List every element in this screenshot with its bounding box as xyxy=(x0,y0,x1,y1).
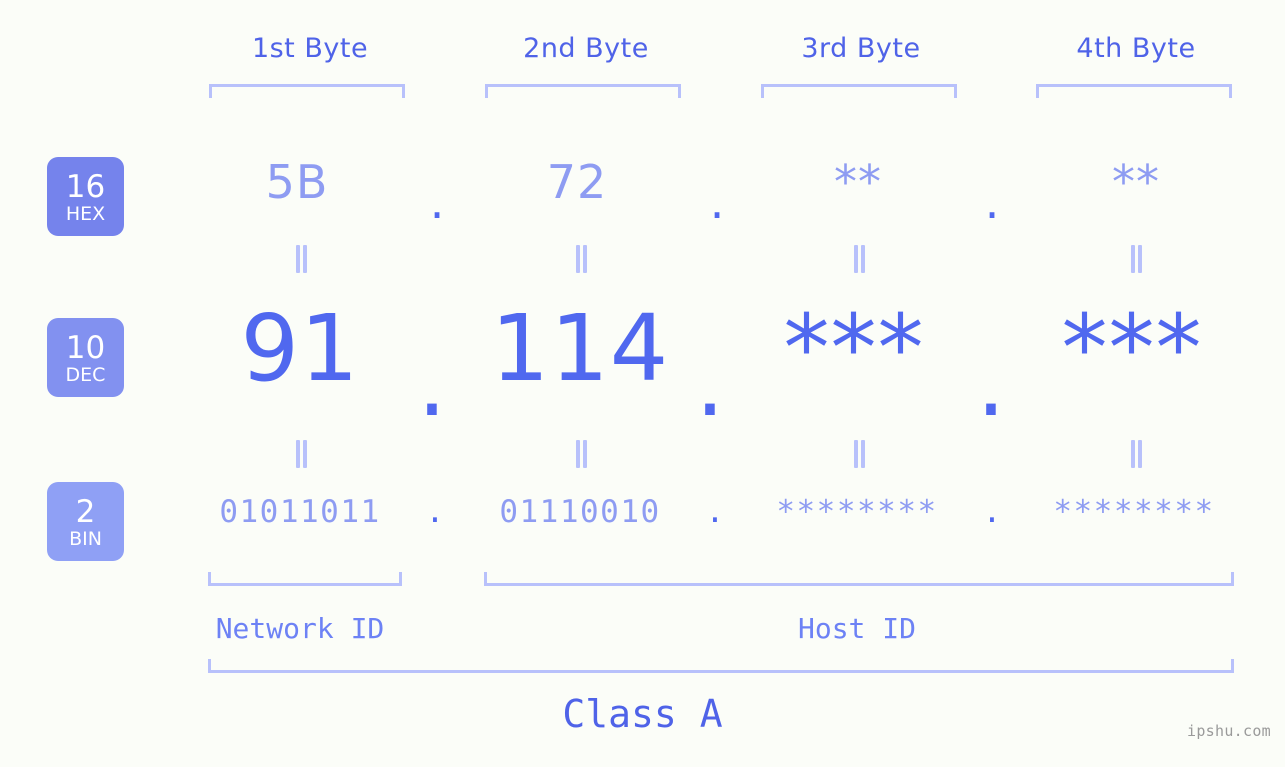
byte-bracket-2 xyxy=(485,84,681,98)
byte-header-3: 3rd Byte xyxy=(801,33,921,64)
base-badge-dec-number: 10 xyxy=(65,329,106,366)
double-bar-icon xyxy=(1129,245,1144,273)
base-badge-bin: 2 BIN xyxy=(47,482,124,561)
double-bar-icon xyxy=(574,440,589,468)
hex-byte-2-value: 72 xyxy=(546,155,608,209)
byte-bracket-3 xyxy=(761,84,957,98)
hex-separator-3: . xyxy=(984,175,1000,229)
base-badge-dec: 10 DEC xyxy=(47,318,124,397)
bin-byte-2-value: 01110010 xyxy=(499,494,661,530)
equals-connector-dec-bin-4 xyxy=(1016,440,1256,472)
double-bar-icon xyxy=(1129,440,1144,468)
base-badge-hex-name: HEX xyxy=(65,202,106,225)
base-badge-bin-name: BIN xyxy=(69,527,102,550)
byte-header-4: 4th Byte xyxy=(1076,33,1196,64)
dec-byte-3-value: *** xyxy=(783,295,925,402)
site-watermark: ipshu.com xyxy=(1187,722,1271,740)
host-id-label: Host ID xyxy=(797,612,916,645)
host-id-bracket xyxy=(484,572,1234,586)
equals-connector-dec-bin-3 xyxy=(739,440,979,472)
bin-separator-2: . xyxy=(705,494,725,530)
dec-byte-4-value: *** xyxy=(1061,295,1203,402)
bin-separator-3: . xyxy=(982,494,1002,530)
bin-byte-4-value: ******** xyxy=(1053,494,1215,530)
double-bar-icon xyxy=(852,245,867,273)
bin-byte-3-value: ******** xyxy=(776,494,938,530)
dec-separator-1: . xyxy=(417,330,447,437)
equals-connector-hex-dec-1 xyxy=(181,245,421,277)
hex-byte-3-value: ** xyxy=(834,155,882,209)
dec-byte-1-value: 91 xyxy=(240,295,360,402)
byte-bracket-4 xyxy=(1036,84,1232,98)
class-label: Class A xyxy=(562,692,723,736)
equals-connector-dec-bin-1 xyxy=(181,440,421,472)
hex-separator-2: . xyxy=(709,175,725,229)
network-id-bracket xyxy=(208,572,402,586)
byte-header-1: 1st Byte xyxy=(251,33,369,64)
hex-byte-4-value: ** xyxy=(1112,155,1160,209)
base-badge-dec-name: DEC xyxy=(65,363,106,386)
base-badge-hex-number: 16 xyxy=(65,168,106,205)
double-bar-icon xyxy=(294,245,309,273)
network-id-label: Network ID xyxy=(215,612,385,645)
equals-connector-hex-dec-4 xyxy=(1016,245,1256,277)
double-bar-icon xyxy=(852,440,867,468)
equals-connector-dec-bin-2 xyxy=(461,440,701,472)
equals-connector-hex-dec-2 xyxy=(461,245,701,277)
byte-header-2: 2nd Byte xyxy=(523,33,649,64)
byte-bracket-1 xyxy=(209,84,405,98)
class-bracket xyxy=(208,659,1234,673)
double-bar-icon xyxy=(294,440,309,468)
base-badge-hex: 16 HEX xyxy=(47,157,124,236)
equals-connector-hex-dec-3 xyxy=(739,245,979,277)
double-bar-icon xyxy=(574,245,589,273)
hex-byte-1-value: 5B xyxy=(265,155,329,209)
dec-byte-2-value: 114 xyxy=(490,295,670,402)
hex-separator-1: . xyxy=(429,175,445,229)
dec-separator-3: . xyxy=(976,330,1006,437)
ip-address-breakdown-diagram: 1st Byte 2nd Byte 3rd Byte 4th Byte 16 H… xyxy=(0,0,1285,767)
bin-byte-1-value: 01011011 xyxy=(219,494,381,530)
base-badge-bin-number: 2 xyxy=(75,493,96,530)
bin-separator-1: . xyxy=(425,494,445,530)
dec-separator-2: . xyxy=(695,330,725,437)
